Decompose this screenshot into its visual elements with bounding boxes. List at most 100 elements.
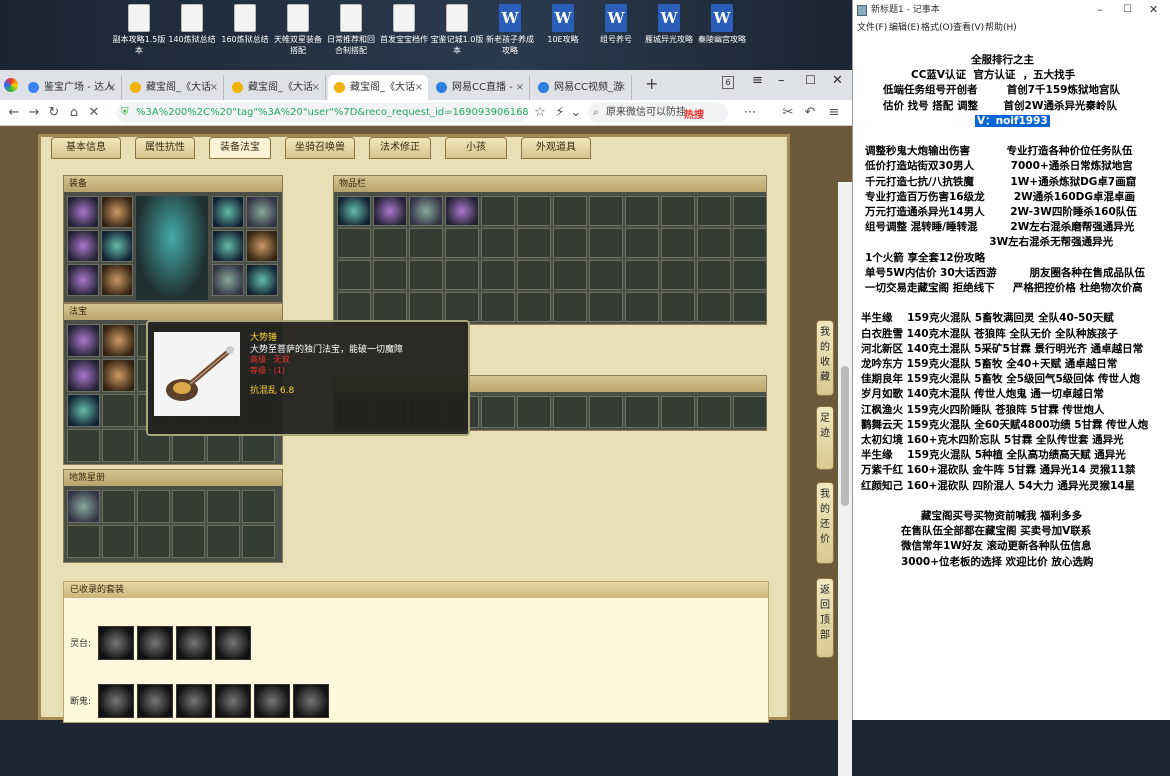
inventory-slot[interactable]	[102, 525, 135, 558]
inventory-slot[interactable]	[625, 396, 659, 428]
desktop-icon[interactable]: 副本攻略1.5版本	[112, 4, 166, 56]
suit-item-icon[interactable]	[137, 684, 173, 718]
inventory-slot[interactable]	[625, 228, 659, 258]
close-window-icon[interactable]: ✕	[832, 73, 843, 88]
inventory-slot[interactable]	[625, 292, 659, 322]
inventory-slot[interactable]	[337, 260, 371, 290]
inventory-slot[interactable]	[445, 196, 479, 226]
inventory-slot[interactable]	[697, 228, 731, 258]
equip-slot[interactable]	[101, 230, 133, 262]
inventory-slot[interactable]	[661, 292, 695, 322]
desktop-icon[interactable]: W 秦陵幽宫攻略	[695, 4, 749, 45]
bookmark-star-icon[interactable]: ☆	[532, 104, 548, 122]
equip-slot[interactable]	[67, 196, 99, 228]
inventory-slot[interactable]	[172, 525, 205, 558]
tab-close-icon[interactable]: ×	[108, 75, 116, 100]
inventory-slot[interactable]	[553, 228, 587, 258]
inventory-slot[interactable]	[67, 490, 100, 523]
close-page-icon[interactable]: ✕	[86, 104, 102, 122]
inventory-slot[interactable]	[373, 196, 407, 226]
browser-logo-icon[interactable]	[4, 78, 18, 92]
game-tab[interactable]: 基本信息	[51, 137, 121, 159]
suit-item-icon[interactable]	[137, 626, 173, 660]
inventory-slot[interactable]	[481, 228, 515, 258]
game-tab[interactable]: 坐骑召唤兽	[285, 137, 355, 159]
hot-search-badge[interactable]: 热搜	[684, 106, 704, 121]
game-tab[interactable]: 法术修正	[369, 137, 431, 159]
inventory-slot[interactable]	[445, 260, 479, 290]
notepad-menu-item[interactable]: 编辑(E)	[889, 20, 920, 36]
inventory-slot[interactable]	[661, 260, 695, 290]
equip-slot[interactable]	[212, 196, 244, 228]
inventory-slot[interactable]	[589, 292, 623, 322]
equip-slot[interactable]	[246, 264, 278, 296]
desktop-icon[interactable]: 宝鉴记城1.0版本	[430, 4, 484, 56]
browser-tab[interactable]: 网易CC直播 - ×	[430, 75, 530, 100]
desktop-icon[interactable]: W 10E攻略	[536, 4, 590, 45]
tab-close-icon[interactable]: ×	[516, 75, 524, 100]
inventory-slot[interactable]	[102, 394, 135, 427]
browser-tab[interactable]: 鉴宝广场 - 达人 ×	[22, 75, 122, 100]
inventory-slot[interactable]	[481, 396, 515, 428]
scissors-icon[interactable]: ✂	[780, 104, 796, 122]
forward-icon[interactable]: →	[26, 104, 42, 122]
notepad-menu-item[interactable]: 文件(F)	[857, 20, 887, 36]
inventory-slot[interactable]	[137, 525, 170, 558]
inventory-slot[interactable]	[625, 260, 659, 290]
equip-slot[interactable]	[246, 196, 278, 228]
inventory-slot[interactable]	[102, 359, 135, 392]
inventory-slot[interactable]	[409, 260, 443, 290]
inventory-slot[interactable]	[517, 292, 551, 322]
inventory-slot[interactable]	[102, 429, 135, 462]
inventory-slot[interactable]	[589, 260, 623, 290]
inventory-slot[interactable]	[589, 228, 623, 258]
inventory-slot[interactable]	[697, 196, 731, 226]
inventory-slot[interactable]	[102, 324, 135, 357]
desktop-icon[interactable]: W 组号养号	[589, 4, 643, 45]
inventory-slot[interactable]	[242, 525, 275, 558]
tab-close-icon[interactable]: ×	[415, 75, 423, 100]
inventory-slot[interactable]	[137, 490, 170, 523]
inventory-slot[interactable]	[481, 260, 515, 290]
suit-item-icon[interactable]	[98, 626, 134, 660]
equip-slot[interactable]	[246, 230, 278, 262]
side-nav-button[interactable]: 我的收藏	[816, 320, 834, 396]
inventory-slot[interactable]	[67, 525, 100, 558]
tab-close-icon[interactable]: ×	[312, 75, 320, 100]
inventory-slot[interactable]	[481, 196, 515, 226]
equip-slot[interactable]	[67, 230, 99, 262]
inventory-slot[interactable]	[697, 260, 731, 290]
inventory-slot[interactable]	[553, 196, 587, 226]
desktop-icon[interactable]: W 雁城异光攻略	[642, 4, 696, 45]
inventory-slot[interactable]	[625, 196, 659, 226]
home-icon[interactable]: ⌂	[66, 104, 82, 122]
side-nav-button[interactable]: 足迹	[816, 406, 834, 470]
extension-icon[interactable]: ⚡	[552, 104, 568, 122]
inventory-slot[interactable]	[337, 292, 371, 322]
desktop-icon[interactable]: 160炼狱总结	[218, 4, 272, 45]
inventory-slot[interactable]	[373, 292, 407, 322]
browser-tab[interactable]: 网易CC视频_游 ×	[532, 75, 632, 100]
inventory-slot[interactable]	[589, 196, 623, 226]
inventory-slot[interactable]	[409, 228, 443, 258]
inventory-slot[interactable]	[67, 394, 100, 427]
new-tab-button[interactable]: +	[645, 74, 658, 93]
desktop-icon[interactable]: 日常推荐和回合制搭配	[324, 4, 378, 56]
inventory-slot[interactable]	[242, 490, 275, 523]
suit-item-icon[interactable]	[176, 684, 212, 718]
inventory-slot[interactable]	[733, 228, 767, 258]
notepad-menu-item[interactable]: 查看(V)	[953, 20, 984, 36]
desktop-icon[interactable]: 天帷双星装备搭配	[271, 4, 325, 56]
inventory-slot[interactable]	[207, 525, 240, 558]
suit-item-icon[interactable]	[215, 684, 251, 718]
undo-icon[interactable]: ↶	[802, 104, 818, 122]
browser-tab[interactable]: 藏宝阁_《大话 ×	[124, 75, 224, 100]
inventory-slot[interactable]	[337, 196, 371, 226]
maximize-icon[interactable]: ☐	[1123, 0, 1132, 20]
apps-grid-icon[interactable]: ⋯	[742, 104, 758, 122]
menu-icon[interactable]: ≡	[826, 104, 842, 122]
inventory-slot[interactable]	[517, 396, 551, 428]
game-tab[interactable]: 小孩	[445, 137, 507, 159]
equip-slot[interactable]	[212, 264, 244, 296]
notepad-text-area[interactable]: 全服排行之主 CC蓝V认证 官方认证 ，五大找手 低端任务组号开创者 首创7千159…	[853, 38, 1170, 718]
